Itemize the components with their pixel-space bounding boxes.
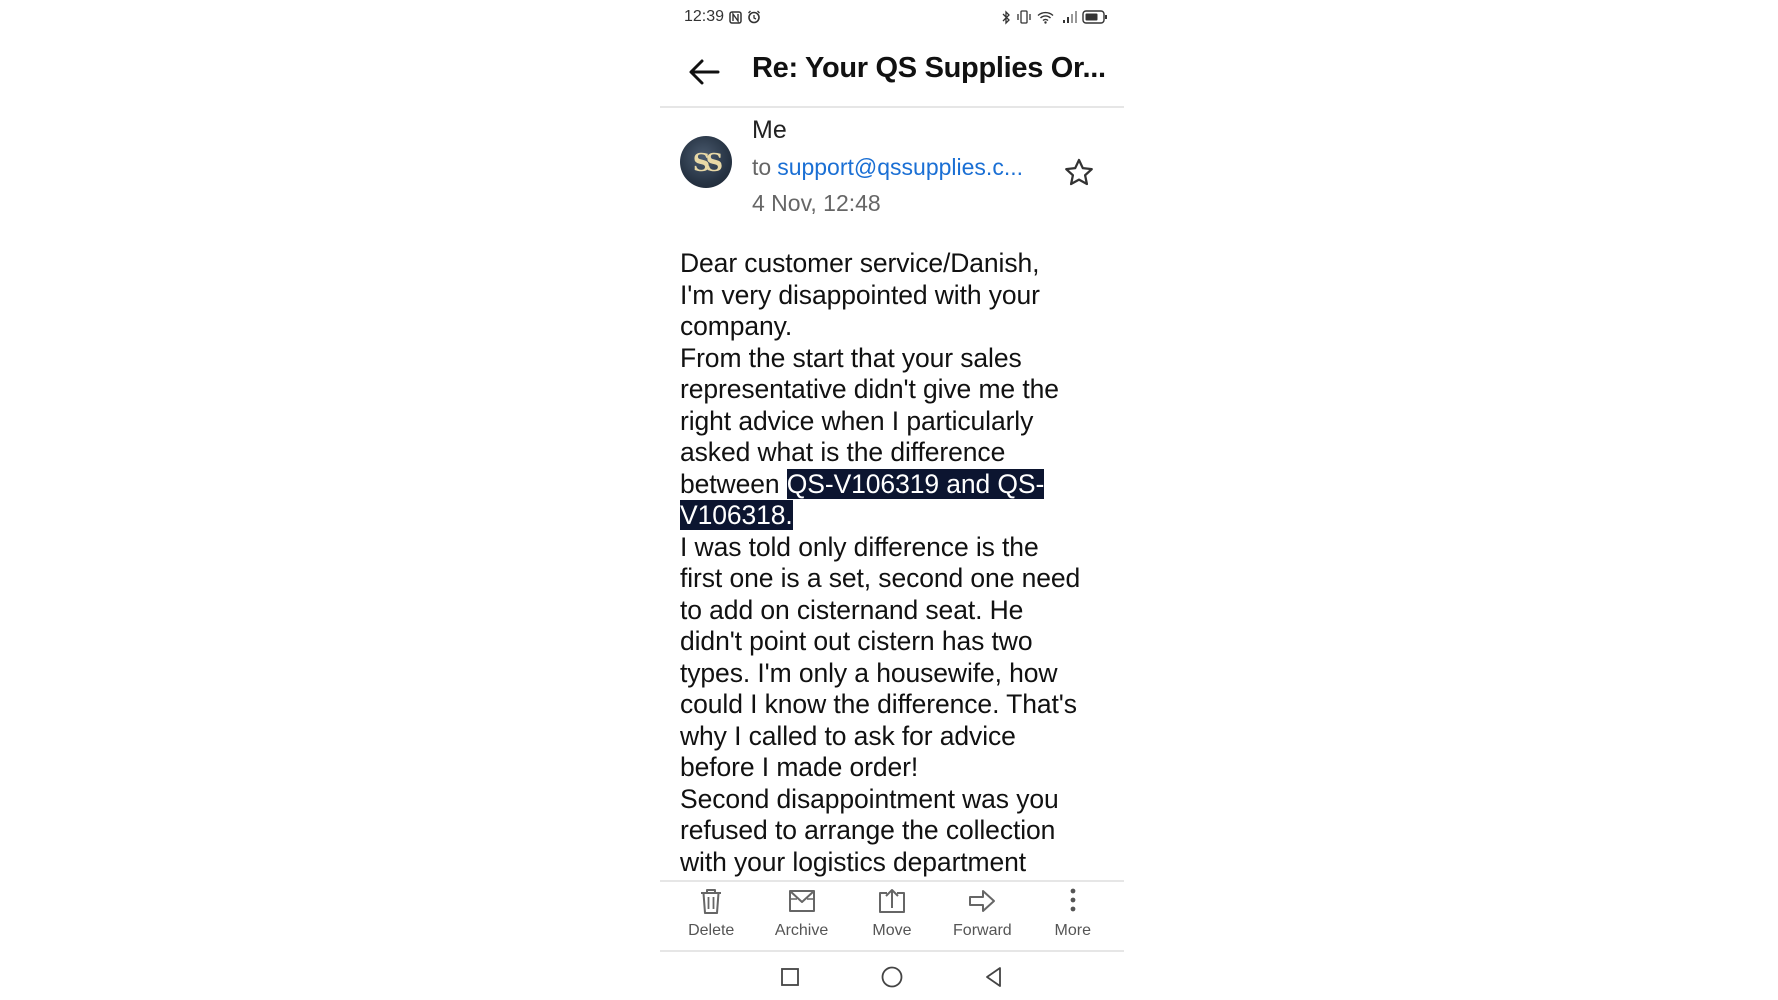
back-arrow-icon: [689, 59, 720, 85]
body-line: right advice when I particularly: [680, 405, 1034, 436]
vibrate-icon: [1016, 10, 1032, 24]
body-line: types. I'm only a housewife, how: [680, 657, 1058, 688]
body-text: between: [680, 468, 787, 499]
archive-icon: [788, 890, 815, 912]
more-vertical-icon: [1070, 888, 1076, 912]
bluetooth-icon: [1001, 9, 1011, 25]
circle-icon: [881, 966, 903, 988]
email-body: Dear customer service/Danish, I'm very d…: [680, 248, 1110, 878]
status-left: 12:39: [684, 8, 761, 26]
home-button[interactable]: [880, 965, 904, 989]
trash-icon: [701, 889, 722, 914]
body-line: asked what is the difference: [680, 437, 1006, 467]
move-button[interactable]: Move: [847, 886, 937, 940]
star-button[interactable]: [1062, 156, 1098, 192]
body-line: first one is a set, second one need: [680, 563, 1081, 593]
square-icon: [781, 968, 799, 986]
move-label: Move: [872, 922, 912, 939]
recents-button[interactable]: [778, 965, 802, 989]
email-date: 4 Nov, 12:48: [752, 190, 881, 216]
system-back-button[interactable]: [982, 965, 1006, 989]
archive-label: Archive: [774, 922, 829, 939]
status-right: [1001, 9, 1108, 25]
system-nav-bar: [660, 958, 1124, 996]
status-bar: 12:39: [684, 6, 1108, 28]
status-time: 12:39: [684, 8, 725, 25]
body-line: before I made order!: [680, 752, 919, 782]
toolbar-divider: [660, 880, 1124, 882]
body-line: refused to arrange the collection: [680, 815, 1056, 845]
recipient-line: to support@qssupplies.c...: [752, 154, 1023, 181]
body-line: Dear customer service/Danish,: [680, 248, 1040, 278]
delete-label: Delete: [688, 922, 735, 939]
body-line-with-selection: between QS-V106319 and QS-: [680, 468, 1110, 501]
body-line: From the start that your sales: [680, 342, 1022, 373]
back-button[interactable]: [682, 50, 726, 94]
nfc-icon: [729, 10, 742, 24]
body-line: I was told only difference is the: [680, 531, 1039, 562]
more-label: More: [1054, 922, 1091, 939]
email-subject: Re: Your QS Supplies Or...: [752, 52, 1106, 84]
selected-text[interactable]: QS-V106319 and QS-: [786, 468, 1044, 499]
forward-label: Forward: [953, 922, 1012, 939]
body-line: with your logistics department: [680, 846, 1027, 877]
phone-screen: 12:39 Re: Your QS Supplies Or... SS Me t…: [660, 0, 1124, 1000]
body-line: company.: [680, 311, 793, 341]
star-icon: [1065, 158, 1093, 186]
body-line: could I know the difference. That's: [680, 689, 1077, 719]
nav-divider: [660, 950, 1124, 952]
wifi-icon: [1037, 11, 1054, 24]
app-header: Re: Your QS Supplies Or...: [660, 40, 1124, 108]
sender-name: Me: [752, 116, 787, 144]
archive-button[interactable]: Archive: [757, 886, 847, 940]
email-body-viewport[interactable]: Dear customer service/Danish, I'm very d…: [660, 248, 1124, 880]
move-to-folder-icon: [878, 889, 905, 913]
signal-icon: [1059, 10, 1077, 24]
forward-arrow-icon: [969, 890, 996, 912]
bottom-toolbar: Delete Archive Move Forward More: [660, 886, 1124, 948]
to-label: to: [752, 154, 772, 180]
body-line: Second disappointment was you: [680, 783, 1059, 814]
delete-button[interactable]: Delete: [666, 886, 756, 940]
forward-button[interactable]: Forward: [937, 886, 1027, 940]
triangle-back-icon: [986, 967, 1001, 987]
body-line: to add on cisternand seat. He: [680, 594, 1024, 625]
body-line: why I called to ask for advice: [680, 720, 1016, 751]
selected-text[interactable]: V106318.: [680, 500, 793, 530]
body-line: representative didn't give me the: [680, 374, 1059, 404]
battery-icon: [1082, 10, 1108, 24]
body-line: I'm very disappointed with your: [680, 279, 1040, 310]
sender-avatar[interactable]: SS: [680, 136, 732, 188]
alarm-icon: [747, 10, 761, 24]
more-button[interactable]: More: [1028, 886, 1118, 940]
body-line-with-selection: V106318.: [680, 500, 1110, 532]
body-line: didn't point out cistern has two: [680, 626, 1033, 656]
recipient-email-link[interactable]: support@qssupplies.c...: [777, 154, 1023, 180]
